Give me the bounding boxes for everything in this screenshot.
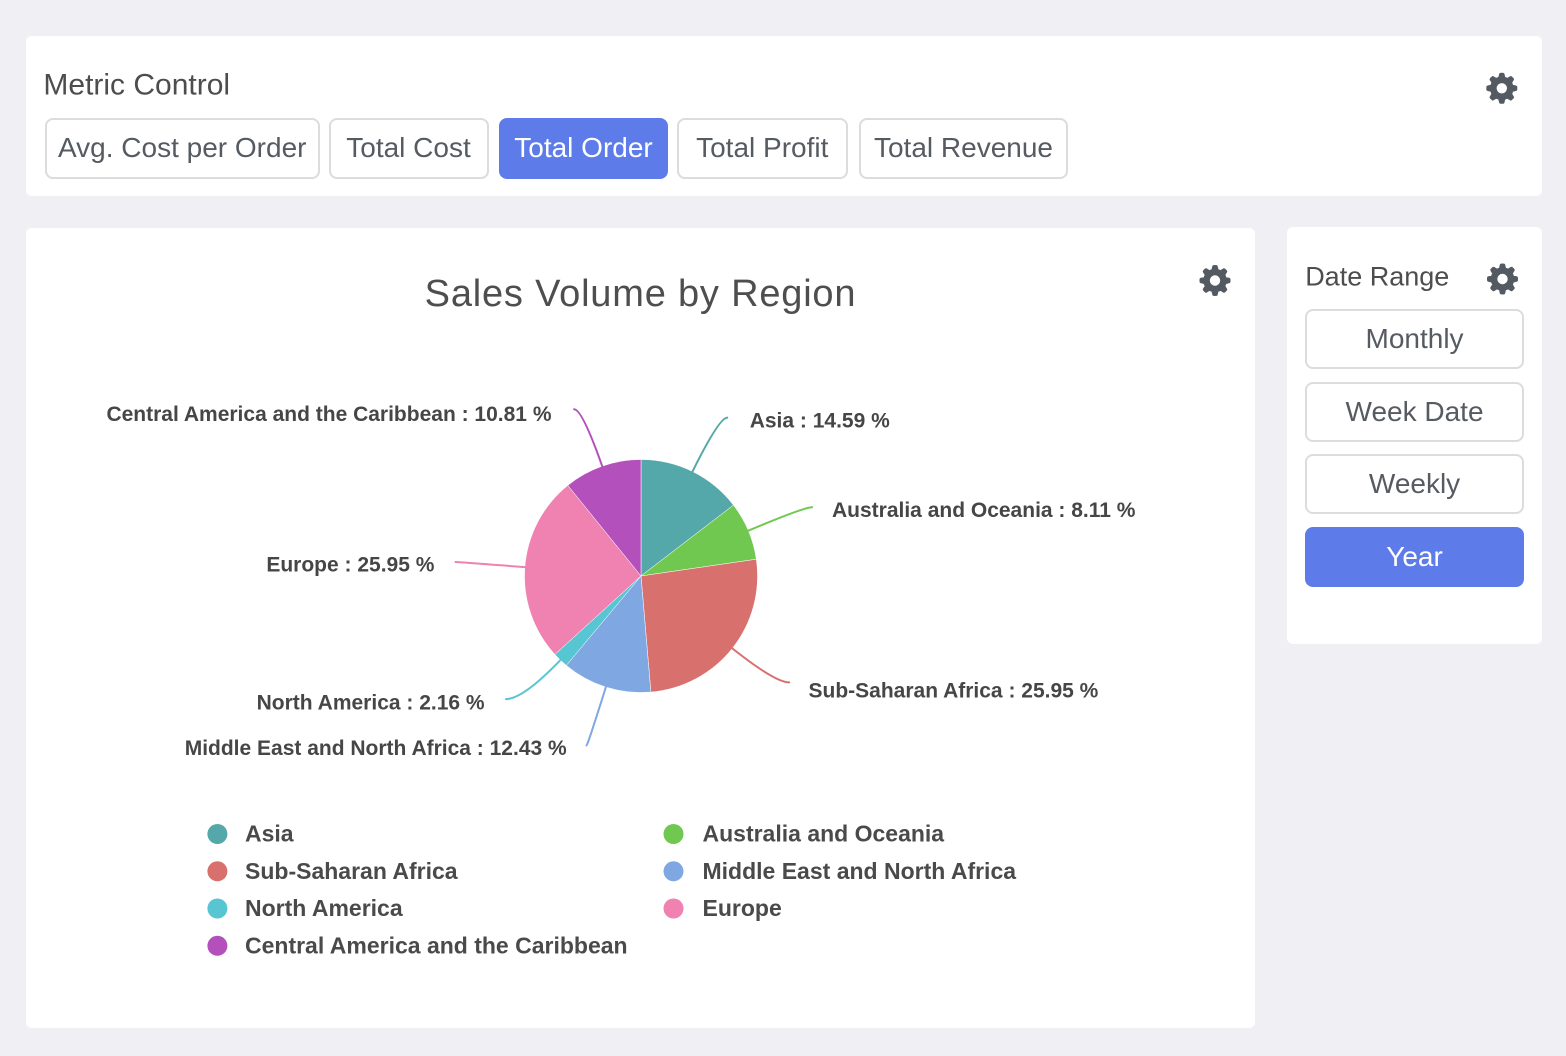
svg-text:Metric Control: Metric Control <box>43 69 230 102</box>
svg-text:Sub-Saharan Africa : 25.95 %: Sub-Saharan Africa : 25.95 % <box>809 680 1099 703</box>
svg-text:Middle East and North Africa: Middle East and North Africa <box>703 858 1017 884</box>
svg-text:Asia : 14.59 %: Asia : 14.59 % <box>750 410 890 433</box>
svg-text:Australia and Oceania : 8.11 %: Australia and Oceania : 8.11 % <box>832 499 1136 522</box>
svg-text:Central America and the Caribb: Central America and the Caribbean : 10.8… <box>106 403 551 426</box>
svg-text:North America : 2.16 %: North America : 2.16 % <box>257 692 485 715</box>
svg-text:North America: North America <box>245 895 403 921</box>
svg-text:Europe: Europe <box>703 895 782 921</box>
svg-text:Date Range: Date Range <box>1305 262 1449 292</box>
svg-text:Middle East and North Africa :: Middle East and North Africa : 12.43 % <box>185 737 567 760</box>
svg-text:Central America and the Caribb: Central America and the Caribbean <box>245 932 628 958</box>
svg-text:Sub-Saharan Africa: Sub-Saharan Africa <box>245 858 458 884</box>
svg-text:Europe : 25.95 %: Europe : 25.95 % <box>266 554 434 577</box>
svg-text:Asia: Asia <box>245 821 294 847</box>
svg-text:Australia and Oceania: Australia and Oceania <box>703 821 945 847</box>
svg-text:Sales Volume by Region: Sales Volume by Region <box>425 273 857 315</box>
